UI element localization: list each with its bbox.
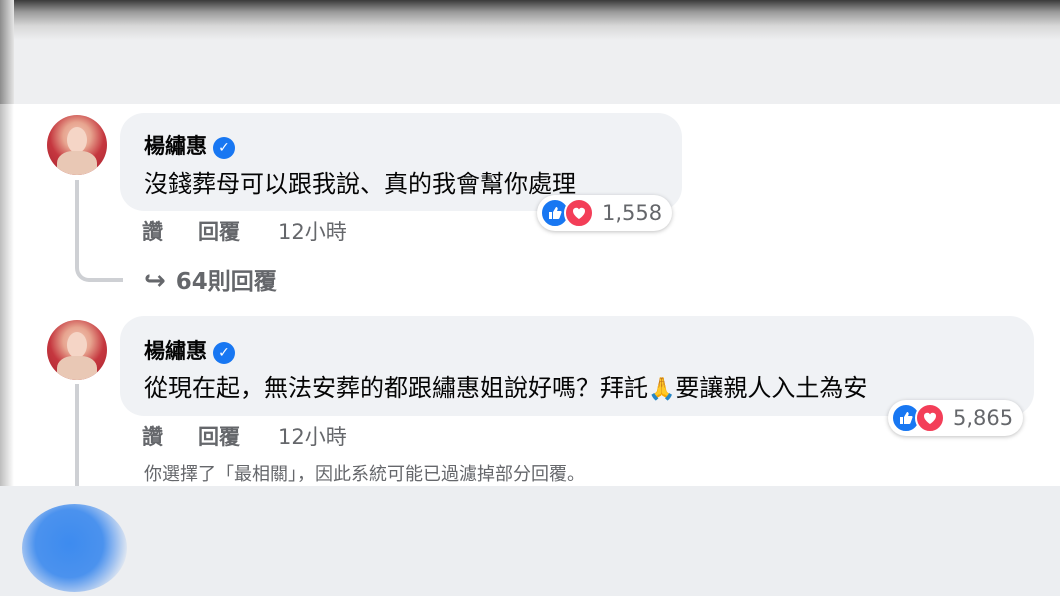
comment-author[interactable]: 楊繡惠 ✓ xyxy=(144,335,235,365)
comment-actions: 讚 回覆 12小時 xyxy=(142,216,347,246)
view-replies-link[interactable]: ↪ 64則回覆 xyxy=(144,262,277,296)
reaction-count: 5,865 xyxy=(953,406,1014,430)
comment-text: 從現在起，無法安葬的都跟繡惠姐說好嗎？拜託🙏要讓親人入土為安 xyxy=(144,368,867,403)
comment-actions: 讚 回覆 12小時 xyxy=(142,421,347,451)
thread-line xyxy=(75,384,79,486)
reaction-summary[interactable]: 5,865 xyxy=(888,400,1024,436)
timestamp[interactable]: 12小時 xyxy=(278,216,347,246)
love-reaction-icon xyxy=(564,198,594,228)
comment-author[interactable]: 楊繡惠 ✓ xyxy=(144,130,235,160)
reaction-summary[interactable]: 1,558 xyxy=(537,195,673,231)
thread-line xyxy=(75,180,79,256)
verified-badge-icon: ✓ xyxy=(213,342,235,364)
reaction-count: 1,558 xyxy=(602,201,663,225)
comment-text: 沒錢葬母可以跟我說、真的我會幫你處理 xyxy=(144,170,576,198)
blurred-bottom-region xyxy=(0,486,1060,596)
reply-button[interactable]: 回覆 xyxy=(198,421,278,451)
comment-text-part: 要讓親人入土為安 xyxy=(675,374,868,402)
filter-notice: 你選擇了「最相關」，因此系統可能已過濾掉部分回覆。 xyxy=(144,464,585,485)
author-name[interactable]: 楊繡惠 xyxy=(144,134,207,158)
like-button[interactable]: 讚 xyxy=(142,421,198,451)
love-reaction-icon xyxy=(915,403,945,433)
like-button[interactable]: 讚 xyxy=(142,216,198,246)
left-edge-shadow xyxy=(0,104,14,486)
reply-button[interactable]: 回覆 xyxy=(198,216,278,246)
replies-count-label[interactable]: 64則回覆 xyxy=(176,269,277,295)
comment-text-part: 從現在起，無法安葬的都跟繡惠姐說好嗎？拜託 xyxy=(144,374,648,402)
author-name[interactable]: 楊繡惠 xyxy=(144,339,207,363)
avatar[interactable] xyxy=(47,115,107,175)
thread-connector xyxy=(75,254,123,282)
blurred-avatar xyxy=(22,504,127,592)
praying-hands-emoji: 🙏 xyxy=(648,377,676,402)
verified-badge-icon: ✓ xyxy=(213,137,235,159)
blurred-top-region xyxy=(0,0,1060,104)
timestamp[interactable]: 12小時 xyxy=(278,421,347,451)
reply-arrow-icon: ↪ xyxy=(144,266,166,296)
avatar[interactable] xyxy=(47,320,107,380)
